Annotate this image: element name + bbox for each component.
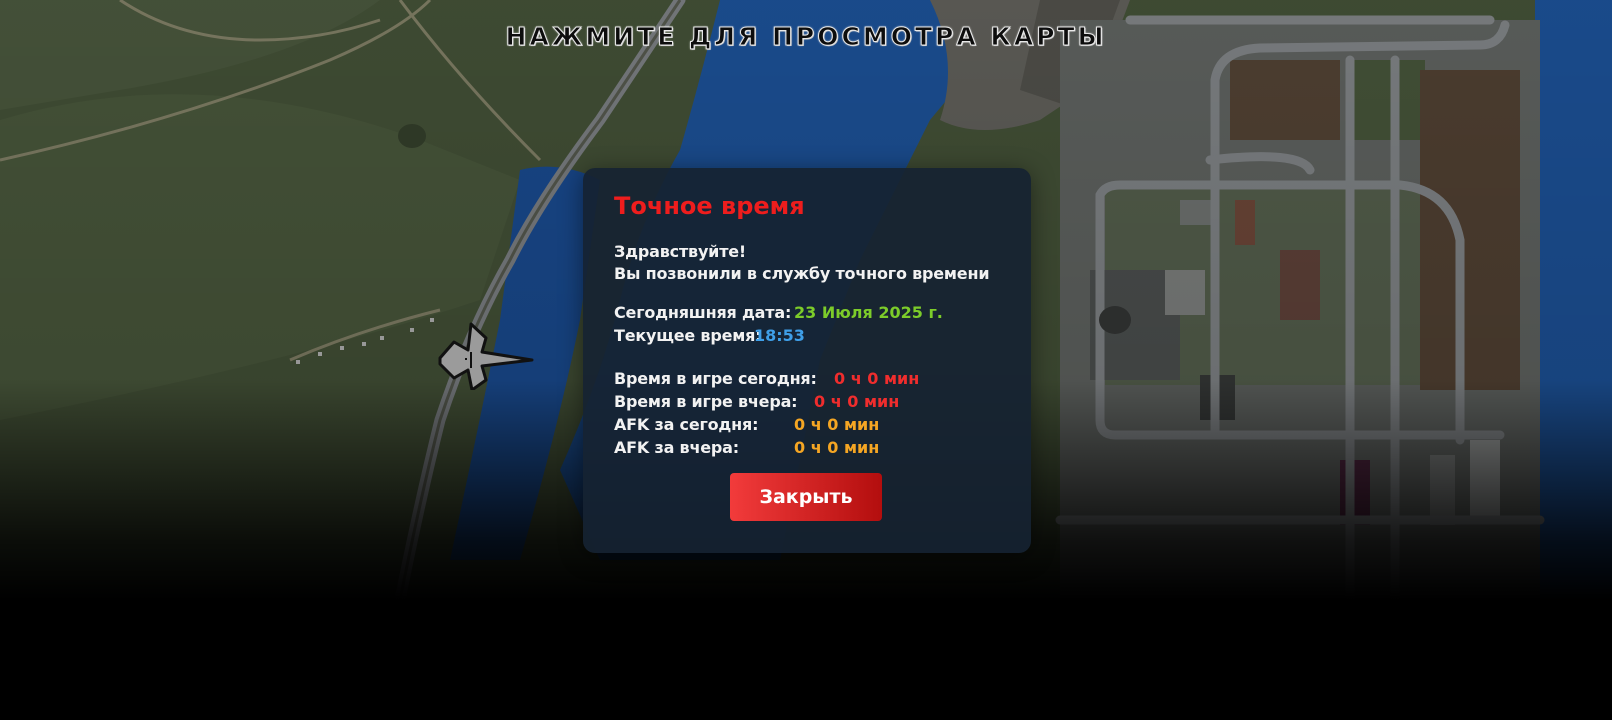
date-value: 23 Июля 2025 г. <box>794 303 943 322</box>
afk-yesterday-value: 0 ч 0 мин <box>794 438 880 457</box>
ingame-today-label: Время в игре сегодня: <box>614 369 817 388</box>
ingame-today-value: 0 ч 0 мин <box>834 369 920 388</box>
greeting-text: Здравствуйте! <box>614 242 747 261</box>
intro-text: Вы позвонили в службу точного времени <box>614 264 990 283</box>
afk-today-value: 0 ч 0 мин <box>794 415 880 434</box>
ingame-yesterday-value: 0 ч 0 мин <box>814 392 900 411</box>
afk-yesterday-label: AFK за вчера: <box>614 438 739 457</box>
time-value: 18:53 <box>754 326 805 345</box>
time-label: Текущее время: <box>614 326 762 345</box>
close-button[interactable]: Закрыть <box>730 473 882 521</box>
dialog-title: Точное время <box>614 192 805 220</box>
ingame-yesterday-label: Время в игре вчера: <box>614 392 798 411</box>
view-map-hint[interactable]: НАЖМИТЕ ДЛЯ ПРОСМОТРА КАРТЫ <box>0 22 1612 52</box>
date-label: Сегодняшняя дата: <box>614 303 792 322</box>
exact-time-dialog: Точное время Здравствуйте! Вы позвонили … <box>583 168 1031 553</box>
afk-today-label: AFK за сегодня: <box>614 415 759 434</box>
